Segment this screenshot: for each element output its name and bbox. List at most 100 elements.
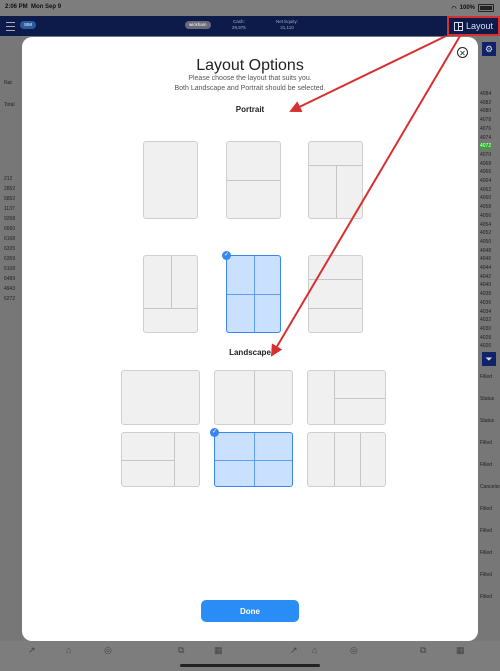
background-price-level: 4052: [480, 230, 492, 237]
status-time: 2:06 PM Mon Sep 9: [5, 4, 62, 10]
done-button[interactable]: Done: [201, 600, 299, 622]
portrait-layout-two-rows[interactable]: [226, 141, 281, 219]
cash-value: 29,975: [232, 25, 246, 30]
background-left-label: 6489: [4, 276, 16, 282]
menu-icon[interactable]: [6, 22, 15, 31]
chart-tab-icon[interactable]: ↗: [28, 645, 36, 656]
background-order-status: Filled: [480, 572, 492, 578]
background-left-label: 6168: [4, 236, 16, 242]
check-icon: ✓: [210, 428, 219, 437]
layout-button[interactable]: Layout: [447, 16, 500, 36]
background-left-label: 2852: [4, 186, 16, 192]
background-order-status: Filled: [480, 550, 492, 556]
background-price-level: 4028: [480, 334, 492, 341]
portrait-layout-top-and-split[interactable]: [308, 141, 363, 219]
background-right-panel: 4084 4082 4080 4078 4076 4074 4072 4070 4068 4066…: [478, 36, 500, 641]
background-order-status: Filled: [480, 374, 492, 380]
grid-tab-icon[interactable]: ▦: [214, 645, 223, 656]
landscape-layout-single[interactable]: [121, 370, 200, 425]
status-right: ◠ 100%: [451, 4, 494, 12]
background-order-status: Status: [480, 396, 495, 402]
grid-tab-icon-2[interactable]: ▦: [456, 645, 465, 656]
landscape-layout-quad[interactable]: ✓: [210, 428, 293, 487]
portrait-layout-three-rows[interactable]: [308, 255, 363, 333]
account-pill[interactable]: wickham: [185, 21, 211, 29]
background-price-level: 4066: [480, 169, 492, 176]
background-left-label: 4943: [4, 286, 16, 292]
portrait-heading: Portrait: [235, 105, 265, 114]
background-left-label: 212: [4, 176, 13, 182]
check-icon: ✓: [222, 251, 231, 260]
background-left-label: Total: [4, 102, 15, 108]
modal-subtitle-1: Please choose the layout that suits you.: [188, 75, 312, 82]
background-price-level: 4062: [480, 186, 492, 193]
portrait-layout-split-and-bottom[interactable]: [143, 255, 198, 333]
background-order-status: Filled: [480, 528, 492, 534]
link-tab-icon[interactable]: ⧉: [178, 645, 184, 656]
background-price-level: 4068: [480, 160, 492, 167]
background-price-level: 4082: [480, 99, 492, 106]
equity-value: 31,110: [280, 25, 294, 30]
background-price-level: 4050: [480, 238, 492, 245]
equity-stat: Net Equity: 31,110: [276, 19, 298, 31]
background-left-label: 9268: [4, 216, 16, 222]
background-price-level: 4044: [480, 265, 492, 271]
background-left-label: 6660: [4, 226, 16, 232]
background-order-status: Canceled: [480, 484, 500, 490]
background-price-level: 4038: [480, 291, 492, 298]
background-left-label: 5108: [4, 266, 16, 272]
background-left-label: 6359: [4, 256, 16, 262]
background-left-label: 6272: [4, 296, 16, 302]
gear-icon[interactable]: ⚙: [482, 42, 496, 56]
background-price-level: 4064: [480, 178, 492, 184]
modal-title: Layout Options: [196, 57, 304, 74]
background-left-panel: Nat Total 212 2852 5852 1137 9268 6660 6168 6335 6…: [0, 36, 22, 641]
portrait-layout-quad[interactable]: ✓: [222, 251, 281, 333]
globe-tab-icon-2[interactable]: ◎: [350, 645, 358, 656]
landscape-layout-three-columns[interactable]: [307, 432, 386, 487]
background-price-level: 4042: [480, 273, 492, 280]
background-price-level: 4076: [480, 125, 492, 132]
landscape-layout-two-columns[interactable]: [214, 370, 293, 425]
landscape-layout-split-and-right[interactable]: [121, 432, 200, 487]
link-tab-icon-2[interactable]: ⧉: [420, 645, 426, 656]
modal-subtitle-2: Both Landscape and Portrait should be se…: [174, 85, 326, 92]
landscape-layout-left-and-split[interactable]: [307, 370, 386, 425]
wifi-icon: ◠: [451, 5, 457, 12]
background-price-level: 4058: [480, 204, 492, 211]
background-price-level: 4078: [480, 117, 492, 124]
bank-tab-icon[interactable]: ⌂: [66, 645, 71, 655]
background-price-level: 4084: [480, 91, 492, 97]
bank-tab-icon-2[interactable]: ⌂: [312, 645, 317, 655]
background-order-status: Filled: [480, 594, 492, 600]
chart-tab-icon-2[interactable]: ↗: [290, 645, 298, 656]
background-price-level: 4048: [480, 247, 492, 254]
background-price-level: 4036: [480, 299, 492, 306]
background-price-level: 4032: [480, 317, 492, 324]
status-bar: 2:06 PM Mon Sep 9 ◠ 100%: [0, 0, 500, 16]
background-left-label: Nat: [4, 80, 12, 86]
background-price-level: 4046: [480, 256, 492, 263]
globe-tab-icon[interactable]: ◎: [104, 645, 112, 656]
background-price-level: 4080: [480, 108, 492, 115]
background-order-status: Filled: [480, 506, 492, 512]
portrait-layout-single[interactable]: [143, 141, 198, 219]
background-price-level: 4072: [480, 143, 492, 150]
layout-grid-icon: [453, 21, 463, 31]
background-price-level: 4040: [480, 282, 492, 289]
background-left-label: 5852: [4, 196, 16, 202]
cash-stat: Cash: 29,975: [232, 19, 246, 31]
landscape-heading: Landscape: [229, 348, 271, 357]
home-indicator: [180, 664, 320, 667]
background-price-level: 4070: [480, 151, 492, 158]
filter-icon[interactable]: ⏷: [482, 352, 496, 366]
background-price-level: 4054: [480, 221, 492, 228]
background-price-level: 4074: [480, 134, 492, 141]
background-price-level: 4026: [480, 343, 492, 350]
background-order-status: Filled: [480, 440, 492, 446]
background-left-label: 1137: [4, 206, 15, 212]
layout-options-modal: ✕ Layout Options Please choose the layou…: [22, 37, 478, 641]
background-price-level: 4034: [480, 308, 492, 315]
sim-badge: SIM: [20, 21, 37, 29]
background-left-label: 6335: [4, 246, 16, 252]
